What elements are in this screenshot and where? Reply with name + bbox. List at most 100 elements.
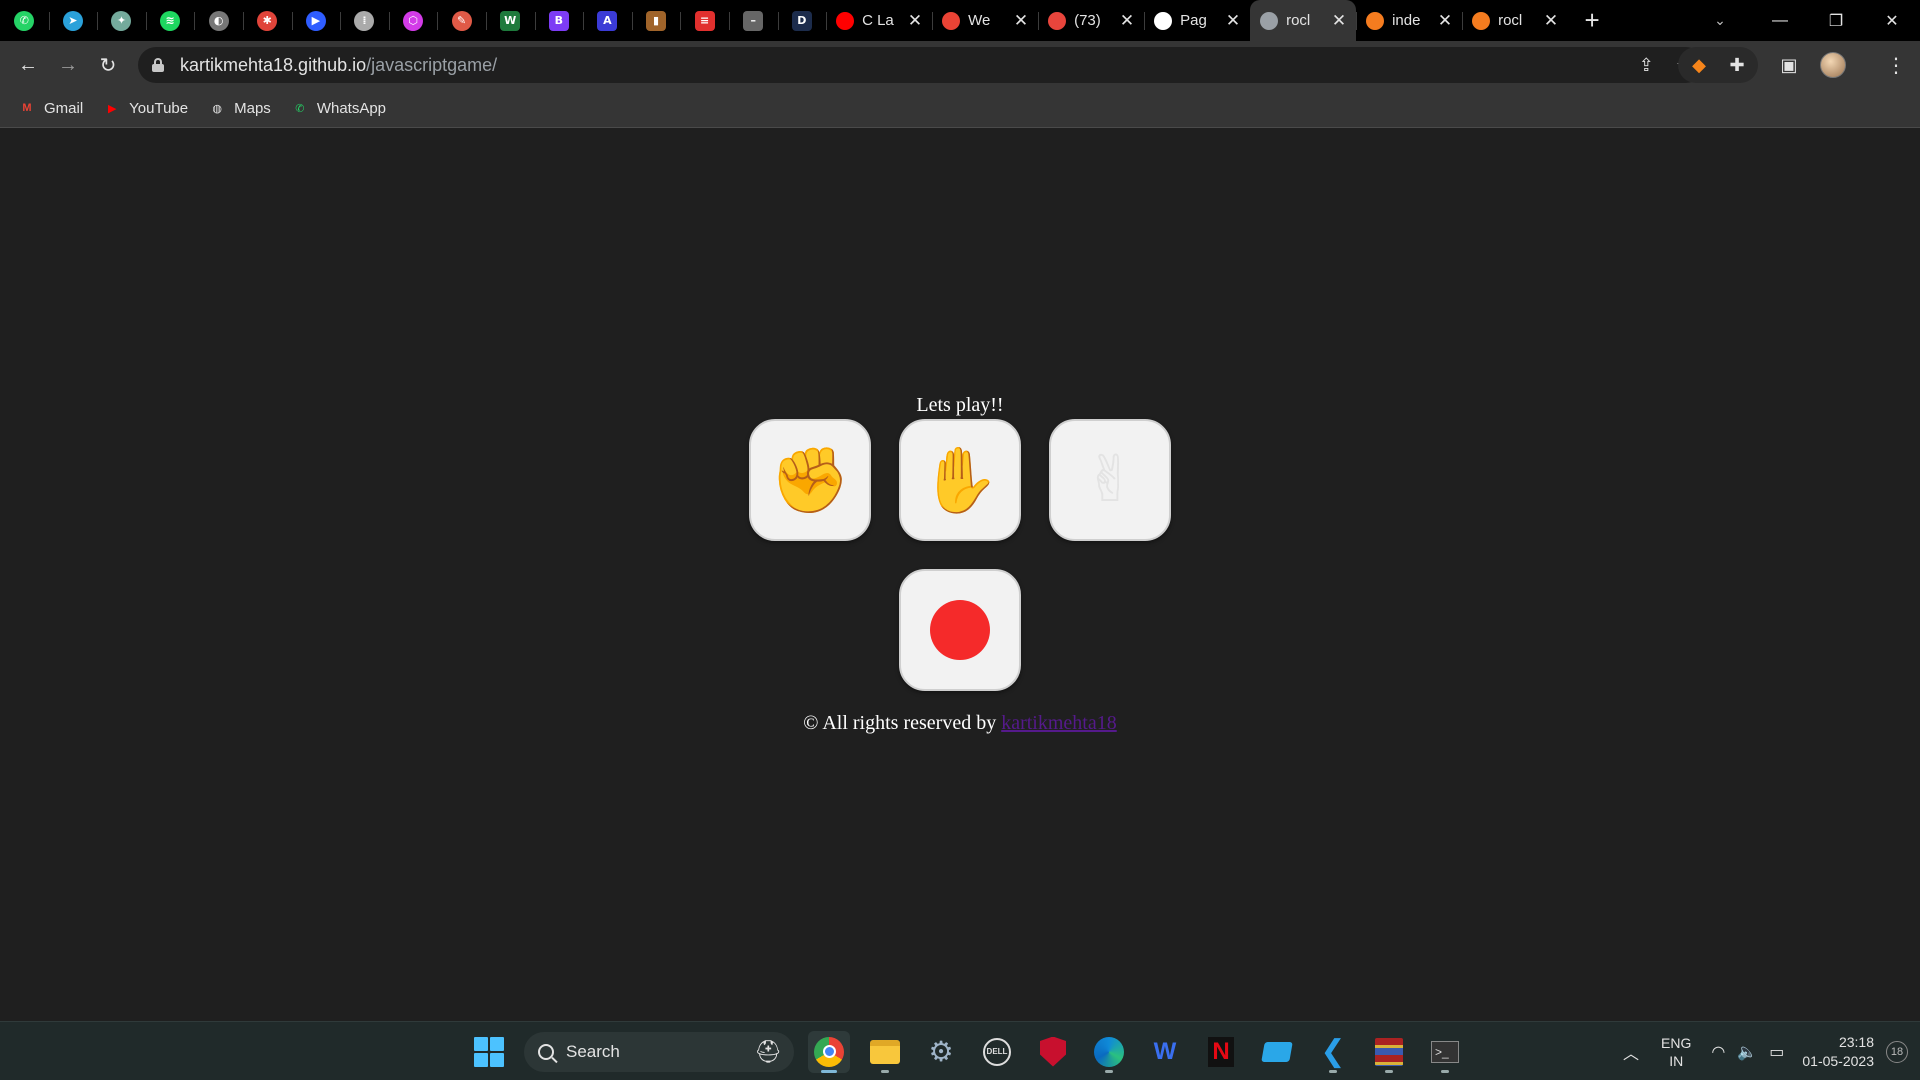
- browser-tab[interactable]: Pag ✕: [1144, 0, 1250, 41]
- dell-app[interactable]: DELL: [976, 1031, 1018, 1073]
- bookmark-label: Gmail: [44, 99, 84, 117]
- chrome-app[interactable]: [808, 1030, 850, 1073]
- taskbar-search[interactable]: Search ⛑: [524, 1031, 794, 1072]
- bootstrap-icon: B: [548, 10, 569, 31]
- mcafee-shield-icon: [1040, 1036, 1066, 1067]
- netflix-app[interactable]: N: [1200, 1031, 1242, 1073]
- search-label: Search: [566, 1041, 620, 1061]
- pinned-tab[interactable]: ✦: [97, 0, 146, 41]
- whatsapp-icon: ✆: [14, 10, 35, 31]
- pinned-tab[interactable]: ▶: [291, 0, 341, 41]
- browser-tab[interactable]: (73) ✕: [1038, 0, 1144, 41]
- paper-hand-icon: ✋: [920, 443, 1000, 518]
- gmail-icon: M: [22, 102, 32, 114]
- close-window-icon[interactable]: ✕: [1864, 0, 1920, 41]
- reload-icon[interactable]: ↻: [88, 45, 128, 85]
- settings-app[interactable]: ⚙: [920, 1031, 962, 1073]
- pinned-tab[interactable]: B: [534, 0, 584, 41]
- hexagon-icon: ⬡: [403, 10, 424, 31]
- waves-app[interactable]: W: [1144, 1031, 1186, 1073]
- pinned-tab[interactable]: ≋: [145, 0, 195, 41]
- profile-avatar[interactable]: [1820, 52, 1846, 78]
- bookmark-maps[interactable]: ◍ Maps: [208, 99, 271, 117]
- pinned-tab[interactable]: ≡: [680, 0, 729, 41]
- pinned-tab[interactable]: ⬡: [388, 0, 438, 41]
- pinned-tab[interactable]: ✱: [242, 0, 292, 41]
- browser-tab[interactable]: inde ✕: [1356, 0, 1462, 41]
- bookmark-whatsapp[interactable]: ✆ WhatsApp: [291, 99, 386, 117]
- blue-tag-icon: ▶: [305, 10, 326, 31]
- tab-title: (73): [1074, 12, 1101, 29]
- paper-button[interactable]: ✋: [899, 419, 1021, 541]
- tab-search-chevron-icon[interactable]: ⌄: [1700, 0, 1740, 41]
- tab-close-icon[interactable]: ✕: [1544, 11, 1558, 31]
- start-button[interactable]: [468, 1031, 510, 1073]
- wifi-icon[interactable]: ◠: [1711, 1042, 1725, 1062]
- edge-app[interactable]: [1088, 1031, 1130, 1073]
- address-bar[interactable]: kartikmehta18.github.io/javascriptgame/ …: [138, 47, 1704, 83]
- pinned-tab[interactable]: ⁞: [340, 0, 389, 41]
- browser-tab[interactable]: rocl ✕: [1462, 0, 1568, 41]
- puzzle-extensions-icon[interactable]: ✚: [1726, 54, 1748, 76]
- menu-kebab-icon[interactable]: ⋮: [1886, 41, 1906, 89]
- pinned-tab[interactable]: A: [583, 0, 632, 41]
- back-arrow-icon[interactable]: ←: [8, 45, 48, 85]
- lock-icon[interactable]: [152, 58, 164, 72]
- terminal-icon: >_: [1431, 1040, 1459, 1063]
- blue-app[interactable]: [1256, 1031, 1298, 1073]
- new-tab-button[interactable]: +: [1572, 0, 1612, 41]
- dash-icon: –: [743, 10, 764, 31]
- tab-close-icon[interactable]: ✕: [1332, 11, 1346, 31]
- tab-close-icon[interactable]: ✕: [908, 11, 922, 31]
- extensions-area: ◆ ✚ ▣: [1678, 47, 1846, 83]
- pinned-tab[interactable]: ◐: [194, 0, 243, 41]
- side-panel-icon[interactable]: ▣: [1778, 54, 1800, 76]
- globe-icon: ◍: [212, 102, 222, 115]
- browser-tab[interactable]: C La ✕: [826, 0, 932, 41]
- tab-title: rocl: [1498, 12, 1523, 29]
- pinned-tab[interactable]: –: [728, 0, 778, 41]
- lang-region: IN: [1669, 1052, 1684, 1069]
- minimize-icon[interactable]: —: [1752, 0, 1808, 41]
- tab-close-icon[interactable]: ✕: [1014, 11, 1028, 31]
- tab-close-icon[interactable]: ✕: [1226, 11, 1240, 31]
- browser-tab[interactable]: We ✕: [932, 0, 1038, 41]
- language-indicator[interactable]: ENG IN: [1661, 1034, 1691, 1070]
- forward-arrow-icon[interactable]: →: [48, 45, 88, 85]
- scissors-button[interactable]: ✌: [1049, 419, 1171, 541]
- tab-close-icon[interactable]: ✕: [1438, 11, 1452, 31]
- pinned-tab[interactable]: ✎: [437, 0, 486, 41]
- volume-icon[interactable]: 🔈: [1737, 1042, 1757, 1062]
- url-host: kartikmehta18.github.io: [180, 54, 367, 75]
- bookmark-youtube[interactable]: ▶ YouTube: [103, 99, 188, 117]
- notification-badge[interactable]: 18: [1886, 1040, 1908, 1063]
- pinned-tab[interactable]: W: [485, 0, 535, 41]
- edge-icon: [1094, 1036, 1124, 1067]
- browser-tab[interactable]: rocl ✕: [1250, 0, 1357, 41]
- mcafee-app[interactable]: [1032, 1031, 1074, 1073]
- file-explorer-app[interactable]: [864, 1031, 906, 1073]
- share-icon[interactable]: ⇪: [1639, 55, 1654, 76]
- battery-icon[interactable]: ▭: [1769, 1042, 1784, 1062]
- orange-squares-icon: [1472, 11, 1491, 30]
- clock[interactable]: 23:18 01-05-2023: [1802, 1033, 1874, 1071]
- game-title: Lets play!!: [916, 394, 1004, 416]
- tab-close-icon[interactable]: ✕: [1120, 11, 1134, 31]
- lang-code: ENG: [1661, 1034, 1692, 1051]
- restore-icon[interactable]: ❐: [1808, 0, 1864, 41]
- pinned-tab[interactable]: ➤: [48, 0, 98, 41]
- bookmark-gmail[interactable]: M Gmail: [18, 99, 83, 117]
- vscode-app[interactable]: ❮: [1312, 1031, 1354, 1073]
- github-icon: [1154, 11, 1173, 30]
- rock-button[interactable]: ✊: [749, 419, 871, 541]
- pinned-tab[interactable]: ✆: [0, 0, 49, 41]
- book-icon: ▮: [646, 10, 667, 31]
- metamask-fox-icon[interactable]: ◆: [1688, 54, 1710, 76]
- pinned-tab[interactable]: ▮: [631, 0, 681, 41]
- terminal-app[interactable]: >_: [1424, 1031, 1466, 1073]
- tray-chevron-up-icon[interactable]: ︿: [1623, 1040, 1639, 1064]
- asterisk-icon: ✱: [257, 10, 278, 31]
- winrar-app[interactable]: [1368, 1031, 1410, 1073]
- pinned-tab[interactable]: D: [777, 0, 827, 41]
- author-link[interactable]: kartikmehta18: [1001, 712, 1117, 734]
